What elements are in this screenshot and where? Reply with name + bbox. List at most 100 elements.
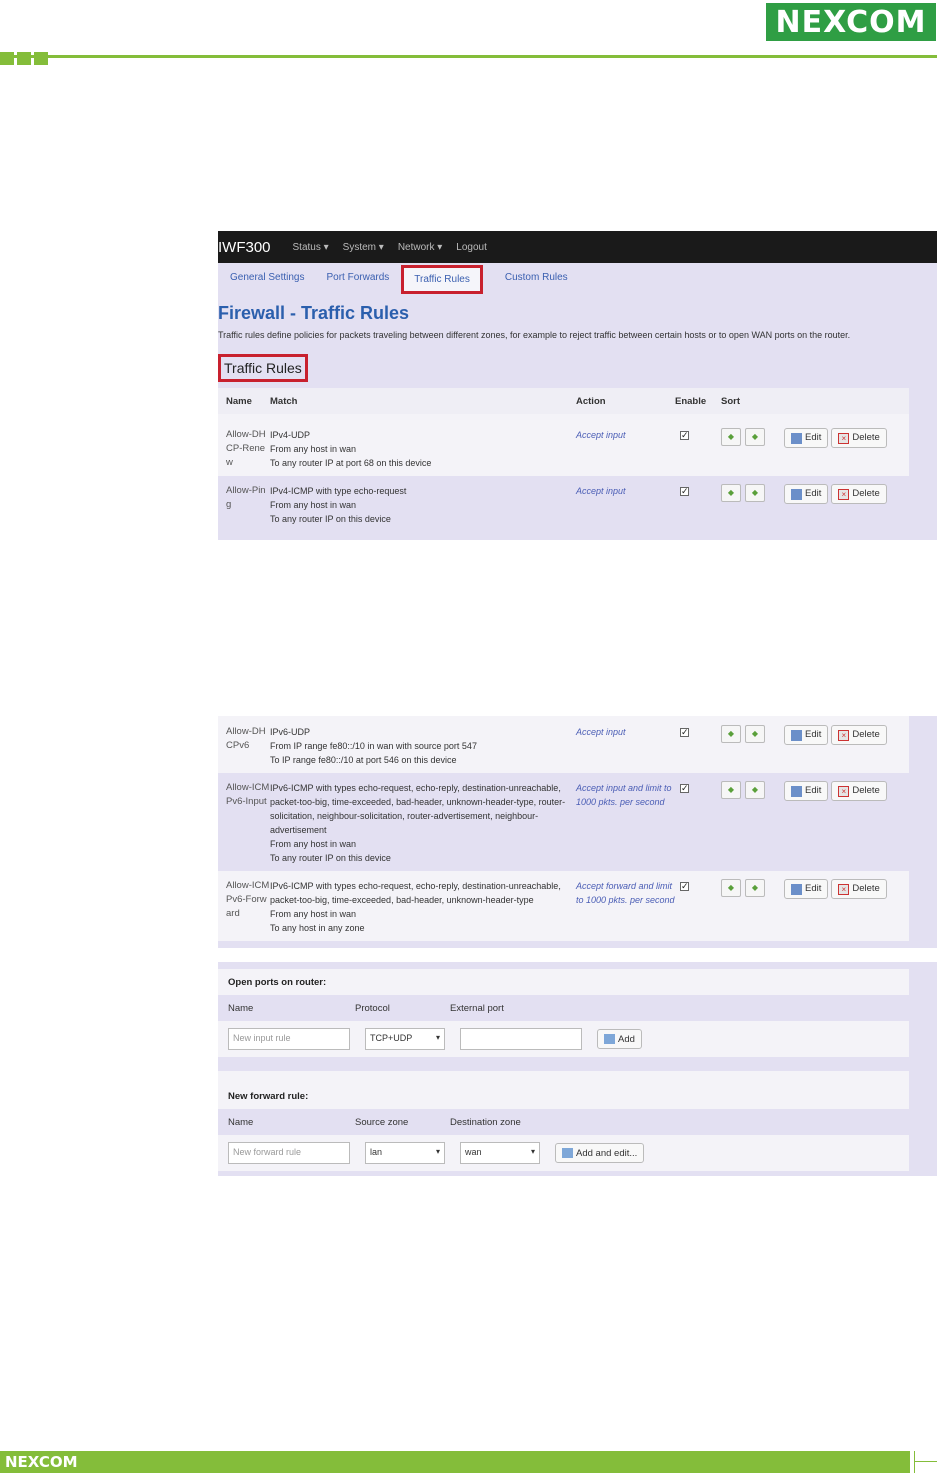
edit-button[interactable]: Edit bbox=[784, 725, 829, 745]
menu-network[interactable]: Network ▾ bbox=[398, 242, 442, 253]
menu-status[interactable]: Status ▾ bbox=[293, 242, 329, 253]
match-line: From IP range fe80::/10 in wan with sour… bbox=[270, 741, 477, 751]
delete-button[interactable]: × Delete bbox=[831, 484, 887, 504]
move-up-icon[interactable]: ◆ bbox=[721, 781, 741, 799]
delete-button[interactable]: × Delete bbox=[831, 725, 887, 745]
screenshot-panel-2: Allow-DHCPv6 IPv6-UDP From IP range fe80… bbox=[218, 716, 937, 948]
row-actions: Edit × Delete bbox=[781, 879, 887, 935]
col-external-port-label: External port bbox=[450, 1002, 504, 1014]
tab-traffic-rules[interactable]: Traffic Rules bbox=[401, 264, 483, 294]
tab-custom-rules[interactable]: Custom Rules bbox=[505, 272, 568, 283]
enable-checkbox[interactable] bbox=[675, 781, 721, 865]
move-down-icon[interactable]: ◆ bbox=[745, 428, 765, 446]
edit-button[interactable]: Edit bbox=[784, 484, 829, 504]
rule-action[interactable]: Accept forward and limit to 1000 pkts. p… bbox=[576, 879, 675, 935]
page-title: Firewall - Traffic Rules bbox=[218, 303, 410, 323]
match-line: To IP range fe80::/10 at port 546 on thi… bbox=[270, 755, 457, 765]
menu-logout[interactable]: Logout bbox=[456, 242, 487, 253]
match-line: IPv4-ICMP with type echo-request bbox=[270, 486, 407, 496]
enable-checkbox[interactable] bbox=[675, 879, 721, 935]
tab-port-forwards[interactable]: Port Forwards bbox=[327, 272, 390, 283]
header-sort: Sort bbox=[721, 395, 740, 407]
rule-match: IPv6-UDP From IP range fe80::/10 in wan … bbox=[270, 725, 576, 767]
external-port-field[interactable] bbox=[460, 1028, 582, 1050]
move-down-icon[interactable]: ◆ bbox=[745, 879, 765, 897]
sort-buttons: ◆ ◆ bbox=[721, 781, 781, 865]
delete-button[interactable]: × Delete bbox=[831, 428, 887, 448]
new-forward-rule-field[interactable]: New forward rule bbox=[228, 1142, 350, 1164]
add-and-edit-button[interactable]: Add and edit... bbox=[555, 1143, 645, 1163]
move-down-icon[interactable]: ◆ bbox=[745, 781, 765, 799]
rule-match: IPv4-UDP From any host in wan To any rou… bbox=[270, 428, 576, 470]
match-line: From any host in wan bbox=[270, 909, 357, 919]
delete-button[interactable]: × Delete bbox=[831, 879, 887, 899]
delete-icon: × bbox=[838, 785, 850, 797]
edit-button[interactable]: Edit bbox=[784, 879, 829, 899]
open-ports-heading: Open ports on router: bbox=[218, 969, 909, 995]
delete-icon: × bbox=[838, 729, 850, 741]
nexcom-logo: NEXCOM bbox=[766, 3, 936, 41]
new-forward-columns: Name Source zone Destination zone bbox=[218, 1109, 909, 1135]
header-enable: Enable bbox=[675, 395, 707, 407]
delete-icon: × bbox=[838, 488, 850, 500]
new-input-rule-field[interactable]: New input rule bbox=[228, 1028, 350, 1050]
rule-action[interactable]: Accept input bbox=[576, 725, 675, 767]
enable-checkbox[interactable] bbox=[675, 484, 721, 526]
protocol-select[interactable]: TCP+UDP bbox=[365, 1028, 445, 1050]
app-title[interactable]: IWF300 bbox=[218, 239, 271, 256]
move-down-icon[interactable]: ◆ bbox=[745, 484, 765, 502]
rule-name: Allow-ICMPv6-Input bbox=[226, 782, 270, 807]
edit-button[interactable]: Edit bbox=[784, 781, 829, 801]
match-line: IPv4-UDP bbox=[270, 430, 311, 440]
section-heading: Traffic Rules bbox=[218, 354, 308, 382]
rule-name: Allow-DHCPv6 bbox=[226, 726, 266, 751]
col-source-zone-label: Source zone bbox=[355, 1116, 409, 1128]
page-description: Traffic rules define policies for packet… bbox=[218, 330, 851, 340]
rule-action[interactable]: Accept input and limit to 1000 pkts. per… bbox=[576, 781, 675, 865]
menu-system[interactable]: System ▾ bbox=[343, 242, 384, 253]
new-forward-form: New forward rule lan wan Add and edit... bbox=[218, 1135, 909, 1171]
add-button[interactable]: Add bbox=[597, 1029, 642, 1049]
match-line: IPv6-ICMP with types echo-request, echo-… bbox=[270, 783, 561, 793]
move-up-icon[interactable]: ◆ bbox=[721, 484, 741, 502]
destination-zone-select[interactable]: wan bbox=[460, 1142, 540, 1164]
match-line: packet-too-big, time-exceeded, bad-heade… bbox=[270, 797, 566, 807]
move-up-icon[interactable]: ◆ bbox=[721, 725, 741, 743]
header-action: Action bbox=[576, 395, 606, 407]
table-header: Name Match Action Enable Sort bbox=[218, 388, 909, 414]
edit-icon bbox=[791, 883, 802, 895]
delete-button[interactable]: × Delete bbox=[831, 781, 887, 801]
add-icon bbox=[604, 1034, 615, 1044]
delete-icon: × bbox=[838, 883, 850, 895]
rule-action[interactable]: Accept input bbox=[576, 428, 675, 470]
rule-action[interactable]: Accept input bbox=[576, 484, 675, 526]
sort-buttons: ◆ ◆ bbox=[721, 725, 781, 767]
rule-match: IPv6-ICMP with types echo-request, echo-… bbox=[270, 781, 576, 865]
enable-checkbox[interactable] bbox=[675, 725, 721, 767]
footer-tab bbox=[914, 1451, 937, 1473]
header-rule bbox=[0, 55, 937, 58]
match-line: solicitation, neighbour-solicitation, ro… bbox=[270, 811, 539, 821]
tab-general-settings[interactable]: General Settings bbox=[230, 272, 305, 283]
rule-name: Allow-ICMPv6-Forward bbox=[226, 880, 270, 919]
move-down-icon[interactable]: ◆ bbox=[745, 725, 765, 743]
footer-logo: NEXCOM bbox=[5, 1453, 78, 1471]
table-row: Allow-ICMPv6-Input IPv6-ICMP with types … bbox=[218, 773, 909, 871]
edit-icon bbox=[791, 432, 802, 444]
enable-checkbox[interactable] bbox=[675, 428, 721, 470]
source-zone-select[interactable]: lan bbox=[365, 1142, 445, 1164]
move-up-icon[interactable]: ◆ bbox=[721, 428, 741, 446]
match-line: IPv6-ICMP with types echo-request, echo-… bbox=[270, 881, 561, 891]
open-ports-form: New input rule TCP+UDP Add bbox=[218, 1021, 909, 1057]
rule-name: Allow-DHCP-Renew bbox=[226, 429, 266, 468]
match-line: packet-too-big, time-exceeded, bad-heade… bbox=[270, 895, 534, 905]
col-protocol-label: Protocol bbox=[355, 1002, 390, 1014]
match-line: From any host in wan bbox=[270, 839, 357, 849]
sort-buttons: ◆ ◆ bbox=[721, 879, 781, 935]
screenshot-panel-3: Open ports on router: Name Protocol Exte… bbox=[218, 962, 937, 1176]
screenshot-panel-1: IWF300 Status ▾ System ▾ Network ▾ Logou… bbox=[218, 231, 937, 540]
row-actions: Edit × Delete bbox=[781, 428, 887, 470]
edit-button[interactable]: Edit bbox=[784, 428, 829, 448]
new-forward-heading: New forward rule: bbox=[218, 1071, 909, 1109]
move-up-icon[interactable]: ◆ bbox=[721, 879, 741, 897]
